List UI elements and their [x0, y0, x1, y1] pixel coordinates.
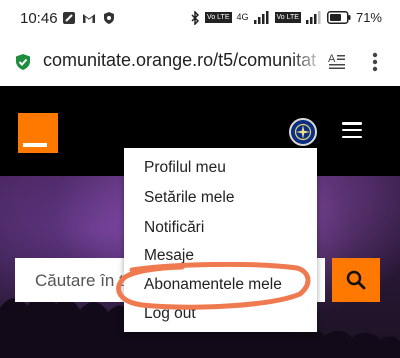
status-bar: 10:46 Vo LTE 4G Vo LTE 71% — [0, 0, 400, 38]
hamburger-menu-icon[interactable] — [342, 122, 362, 139]
orange-logo[interactable] — [18, 113, 58, 153]
bluetooth-icon — [191, 10, 200, 25]
menu-item-messages[interactable]: Mesaje — [144, 247, 194, 265]
volte-badge: Vo LTE — [205, 12, 232, 23]
menu-item-profile[interactable]: Profilul meu — [144, 159, 226, 177]
svg-text:A: A — [328, 53, 336, 65]
url-text[interactable]: comunitate.orange.ro/t5/comunitat — [43, 50, 323, 71]
user-avatar[interactable] — [289, 118, 317, 146]
search-button[interactable] — [332, 258, 380, 302]
overflow-menu-icon[interactable] — [370, 51, 380, 73]
user-dropdown-menu: Profilul meu Setările mele Notificări Me… — [124, 148, 317, 332]
image-notification-icon — [63, 12, 75, 24]
system-indicators: Vo LTE 4G Vo LTE 71% — [190, 10, 382, 25]
search-placeholder: Căutare în to — [35, 271, 134, 290]
battery-icon — [326, 11, 351, 24]
battery-label: 71% — [355, 10, 382, 25]
menu-item-logout[interactable]: Log out — [144, 305, 196, 323]
signal-icon-2 — [305, 11, 321, 24]
network-type: 4G — [236, 12, 249, 22]
avatar-emblem-icon — [292, 121, 314, 143]
gmail-icon — [83, 14, 95, 23]
volte-badge-2: Vo LTE — [274, 12, 301, 23]
menu-item-notifications[interactable]: Notificări — [144, 219, 204, 237]
notification-icons — [62, 11, 116, 25]
secure-shield-icon[interactable] — [14, 53, 32, 71]
search-icon — [346, 270, 366, 290]
web-page: Căutare în to Profilul meu Setările mele… — [0, 86, 400, 358]
shield-icon — [104, 12, 114, 24]
browser-address-bar: comunitate.orange.ro/t5/comunitat A — [0, 38, 400, 86]
menu-item-settings[interactable]: Setările mele — [144, 189, 234, 207]
menu-item-subscriptions[interactable]: Abonamentele mele — [144, 276, 282, 294]
signal-icon — [253, 11, 269, 24]
status-time: 10:46 — [20, 10, 58, 27]
reader-mode-icon[interactable]: A — [328, 52, 346, 70]
